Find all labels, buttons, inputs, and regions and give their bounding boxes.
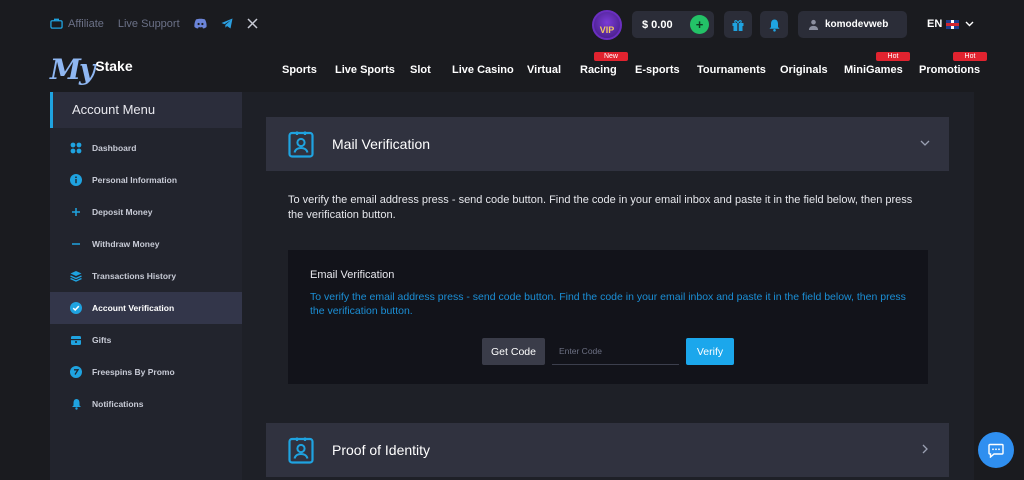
sidebar-item-label: Dashboard [92,143,137,153]
nav-promotions[interactable]: Hot Promotions [919,52,987,76]
language-selector[interactable]: EN [927,18,974,30]
nav-slot[interactable]: Slot [410,64,431,76]
sidebar-item-deposit-money[interactable]: Deposit Money [50,196,242,228]
code-input[interactable] [552,338,679,365]
nav-live-casino[interactable]: Live Casino [452,64,514,76]
sidebar-item-label: Account Verification [92,303,175,313]
sidebar-item-transactions-history[interactable]: Transactions History [50,260,242,292]
chevron-down-icon [920,140,930,146]
bell-icon [769,19,779,32]
vip-label: VIP [599,25,615,35]
top-links: Affiliate Live Support [50,17,272,30]
vip-badge[interactable]: VIP [592,10,622,40]
gift-button[interactable] [724,11,752,38]
telegram-icon[interactable] [221,18,233,29]
balance-value: $ 0.00 [642,18,673,31]
new-badge: New [594,52,628,61]
mail-verification-description: To verify the email address press - send… [288,194,913,221]
nav-racing[interactable]: New Racing [580,52,628,76]
language-code: EN [927,18,943,30]
get-code-button[interactable]: Get Code [482,338,545,365]
notifications-button[interactable] [760,11,788,38]
nav-esports[interactable]: E-sports [635,64,680,76]
sidebar-item-label: Deposit Money [92,207,153,217]
top-bar: Affiliate Live Support VIP $ 0.00 + komo… [0,0,1024,48]
live-chat-button[interactable] [978,432,1014,468]
bell-icon [70,398,82,410]
id-badge-icon [288,437,314,464]
sidebar-item-label: Withdraw Money [92,239,160,249]
freespins-icon [70,366,82,378]
x-icon[interactable] [247,18,258,29]
email-verification-box: Email Verification To verify the email a… [288,250,928,384]
hot-badge: Hot [953,52,987,61]
logo-my: My [50,53,95,86]
sidebar-item-personal-information[interactable]: Personal Information [50,164,242,196]
chevron-right-icon [922,444,928,454]
live-support-label: Live Support [117,17,180,30]
nav-sports[interactable]: Sports [282,64,317,76]
email-verification-title: Email Verification [310,269,395,281]
sidebar-item-notifications[interactable]: Notifications [50,388,242,420]
hot-badge: Hot [876,52,910,61]
nav-tournaments[interactable]: Tournaments [697,64,766,76]
plus-icon [70,206,82,218]
nav-originals[interactable]: Originals [780,64,828,76]
verify-button[interactable]: Verify [686,338,734,365]
mail-verification-header[interactable]: Mail Verification [266,117,949,171]
briefcase-icon [50,18,63,29]
mail-verification-title: Mail Verification [332,136,431,152]
user-menu[interactable]: komodevweb [798,11,907,38]
sidebar-item-label: Freespins By Promo [92,367,175,377]
nav-minigames[interactable]: Hot MiniGames [844,52,910,76]
id-badge-icon [288,131,314,158]
sidebar-item-label: Notifications [92,399,144,409]
minus-icon [70,238,82,250]
gift-icon [732,19,744,31]
sidebar-item-freespins-by-promo[interactable]: Freespins By Promo [50,356,242,388]
nav-live-sports[interactable]: Live Sports [335,64,395,76]
chevron-down-icon [965,21,974,27]
logo-stake: Stake [95,58,133,74]
email-verification-instructions: To verify the email address press - send… [310,291,906,317]
sidebar-item-label: Personal Information [92,175,178,185]
sidebar-title: Account Menu [50,92,242,128]
affiliate-label: Affiliate [68,17,104,30]
sidebar-item-gifts[interactable]: Gifts [50,324,242,356]
dashboard-icon [70,142,82,154]
balance-display[interactable]: $ 0.00 + [632,11,714,38]
deposit-plus-button[interactable]: + [690,15,709,34]
sidebar-item-label: Gifts [92,335,112,345]
sidebar-item-dashboard[interactable]: Dashboard [50,132,242,164]
main-content: Mail Verification To verify the email ad… [242,92,974,480]
user-icon [808,19,819,30]
discord-icon[interactable] [194,18,207,29]
proof-of-identity-title: Proof of Identity [332,442,431,458]
sidebar-item-withdraw-money[interactable]: Withdraw Money [50,228,242,260]
proof-of-identity-header[interactable]: Proof of Identity [266,423,949,477]
live-support-link[interactable]: Live Support [118,18,180,30]
nav-virtual[interactable]: Virtual [527,64,561,76]
social-links [194,18,272,29]
sidebar-item-account-verification[interactable]: Account Verification [50,292,242,324]
verified-icon [70,302,82,314]
gift-icon [70,334,82,346]
layers-icon [70,270,82,282]
uk-flag-icon [946,19,960,29]
username: komodevweb [825,19,889,30]
affiliate-link[interactable]: Affiliate [50,17,104,30]
info-icon [70,174,82,186]
account-sidebar: Account Menu Dashboard Personal Informat… [50,92,242,480]
sidebar-item-label: Transactions History [92,271,177,281]
mystake-logo[interactable]: My Stake [50,55,133,87]
chat-icon [988,443,1004,458]
